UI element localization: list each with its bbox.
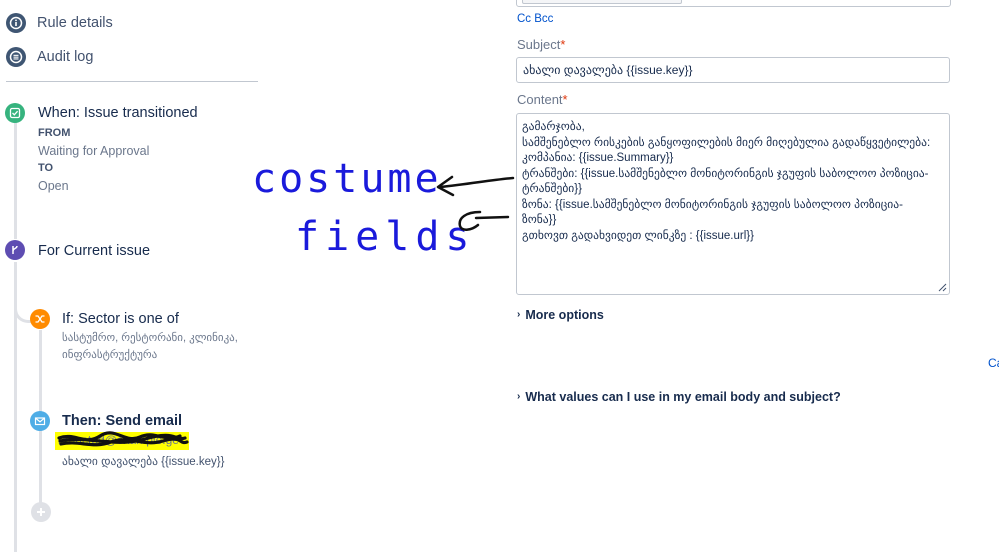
arrow-line	[438, 176, 515, 189]
action-subject: ახალი დავალება {{issue.key}}	[62, 456, 225, 468]
subject-input[interactable]: ახალი დავალება {{issue.key}}	[516, 57, 950, 83]
content-textarea[interactable]: გამარჯობა, სამშენებლო რისკების განყოფილე…	[516, 113, 950, 295]
chevron-right-icon: ›	[517, 309, 521, 320]
branch-title[interactable]: For Current issue	[38, 243, 150, 259]
to-field[interactable]	[516, 0, 951, 7]
sidebar-item-label: Audit log	[37, 49, 94, 65]
trigger-to-label: TO	[38, 162, 54, 174]
condition-values: სასტუმრო, რესტორანი, კლინიკა, ინფრასტრუქ…	[62, 332, 238, 361]
resize-handle-icon[interactable]	[938, 283, 947, 292]
recipient-chip	[522, 0, 682, 4]
content-line: ტრანშები: {{issue.სამშენებლო მონიტორინგი…	[522, 167, 929, 180]
content-line: ტრანშები}}	[522, 183, 582, 195]
add-component-button[interactable]	[31, 502, 51, 522]
sidebar-item-audit-log[interactable]: Audit log	[6, 45, 93, 69]
sidebar-divider	[6, 81, 258, 82]
more-options-toggle[interactable]: › More options	[517, 308, 604, 322]
trigger-from-value: Waiting for Approval	[38, 144, 150, 158]
condition-title[interactable]: If: Sector is one of	[62, 311, 179, 327]
trigger-icon[interactable]	[5, 103, 25, 123]
condition-icon[interactable]	[30, 309, 50, 329]
branch-icon[interactable]	[5, 240, 25, 260]
sidebar-item-label: Rule details	[37, 15, 113, 31]
redaction-scribble	[57, 431, 189, 447]
flow-connector	[14, 123, 17, 239]
content-line: კომპანია: {{issue.Summary}}	[522, 152, 674, 164]
content-line: გამარჯობა,	[522, 121, 585, 133]
info-icon	[6, 13, 26, 33]
content-line: ზონა}}	[522, 214, 557, 226]
trigger-title[interactable]: When: Issue transitioned	[38, 105, 198, 121]
chevron-right-icon: ›	[517, 391, 521, 402]
trigger-from-label: FROM	[38, 127, 71, 139]
annotation-layer: costume fields	[252, 156, 515, 260]
plus-icon	[37, 508, 45, 516]
trigger-to-value: Open	[38, 179, 69, 193]
cc-bcc-link[interactable]: Cc Bcc	[517, 13, 553, 25]
annotation-text-costume: costume	[252, 156, 442, 202]
values-help-toggle[interactable]: › What values can I use in my email body …	[517, 390, 841, 404]
subject-label: Subject*	[517, 37, 566, 52]
content-line: სამშენებლო რისკების განყოფილების მიერ მი…	[522, 136, 931, 149]
cancel-link[interactable]: Ca	[988, 356, 999, 370]
content-line: ზონა: {{issue.სამშენებლო მონიტორინგის ჯგ…	[522, 198, 903, 211]
annotation-text-fields: fields	[295, 214, 476, 260]
mail-icon[interactable]	[30, 411, 50, 431]
list-icon	[6, 47, 26, 67]
action-title[interactable]: Then: Send email	[62, 413, 182, 429]
content-line: გთხოვთ გადახვიდეთ ლინკზე : {{issue.url}}	[522, 229, 754, 242]
subject-value: ახალი დავალება {{issue.key}}	[523, 63, 693, 77]
sidebar-item-rule-details[interactable]: Rule details	[6, 11, 113, 35]
content-label: Content*	[517, 92, 568, 107]
